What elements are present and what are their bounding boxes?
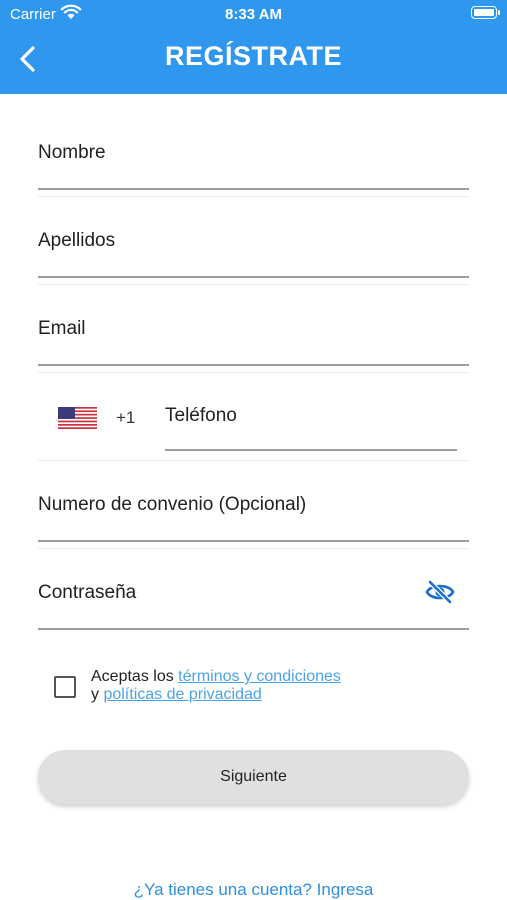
privacy-link[interactable]: políticas de privacidad <box>103 686 261 703</box>
email-field-underline <box>38 364 469 366</box>
terms-prefix: Aceptas los <box>91 668 179 685</box>
us-flag-icon[interactable] <box>58 407 97 429</box>
agreement-number-field-label: Numero de convenio (Opcional) <box>38 494 307 515</box>
dial-code[interactable]: +1 <box>116 408 135 428</box>
eye-off-icon[interactable] <box>425 579 455 605</box>
status-bar: Carrier 8:33 AM <box>0 0 507 28</box>
last-name-field-label: Apellidos <box>38 230 116 251</box>
terms-checkbox[interactable] <box>54 676 76 698</box>
battery-icon <box>471 6 500 19</box>
name-field-label: Nombre <box>38 142 106 163</box>
terms-joiner: y <box>91 686 104 703</box>
app-header: Carrier 8:33 AM REGÍSTRATE <box>0 0 507 94</box>
page-title: REGÍSTRATE <box>164 41 342 71</box>
phone-field-label[interactable]: Teléfono <box>165 405 237 427</box>
status-time: 8:33 AM <box>225 6 282 23</box>
terms-text: Aceptas los términos y condiciones y pol… <box>91 668 341 704</box>
next-button[interactable]: Siguiente <box>38 750 469 804</box>
terms-link[interactable]: términos y condiciones <box>178 668 341 685</box>
login-link[interactable]: ¿Ya tienes una cuenta? Ingresa <box>0 880 507 900</box>
email-field[interactable]: Email <box>38 272 469 366</box>
last-name-field[interactable]: Apellidos <box>38 184 469 278</box>
password-field-underline <box>38 628 469 630</box>
email-field-label: Email <box>38 318 86 339</box>
password-field[interactable]: Contraseña <box>38 536 469 630</box>
name-field[interactable]: Nombre <box>38 96 469 190</box>
password-field-label: Contraseña <box>38 582 137 603</box>
agreement-number-field[interactable]: Numero de convenio (Opcional) <box>38 448 469 542</box>
divider <box>38 372 469 373</box>
